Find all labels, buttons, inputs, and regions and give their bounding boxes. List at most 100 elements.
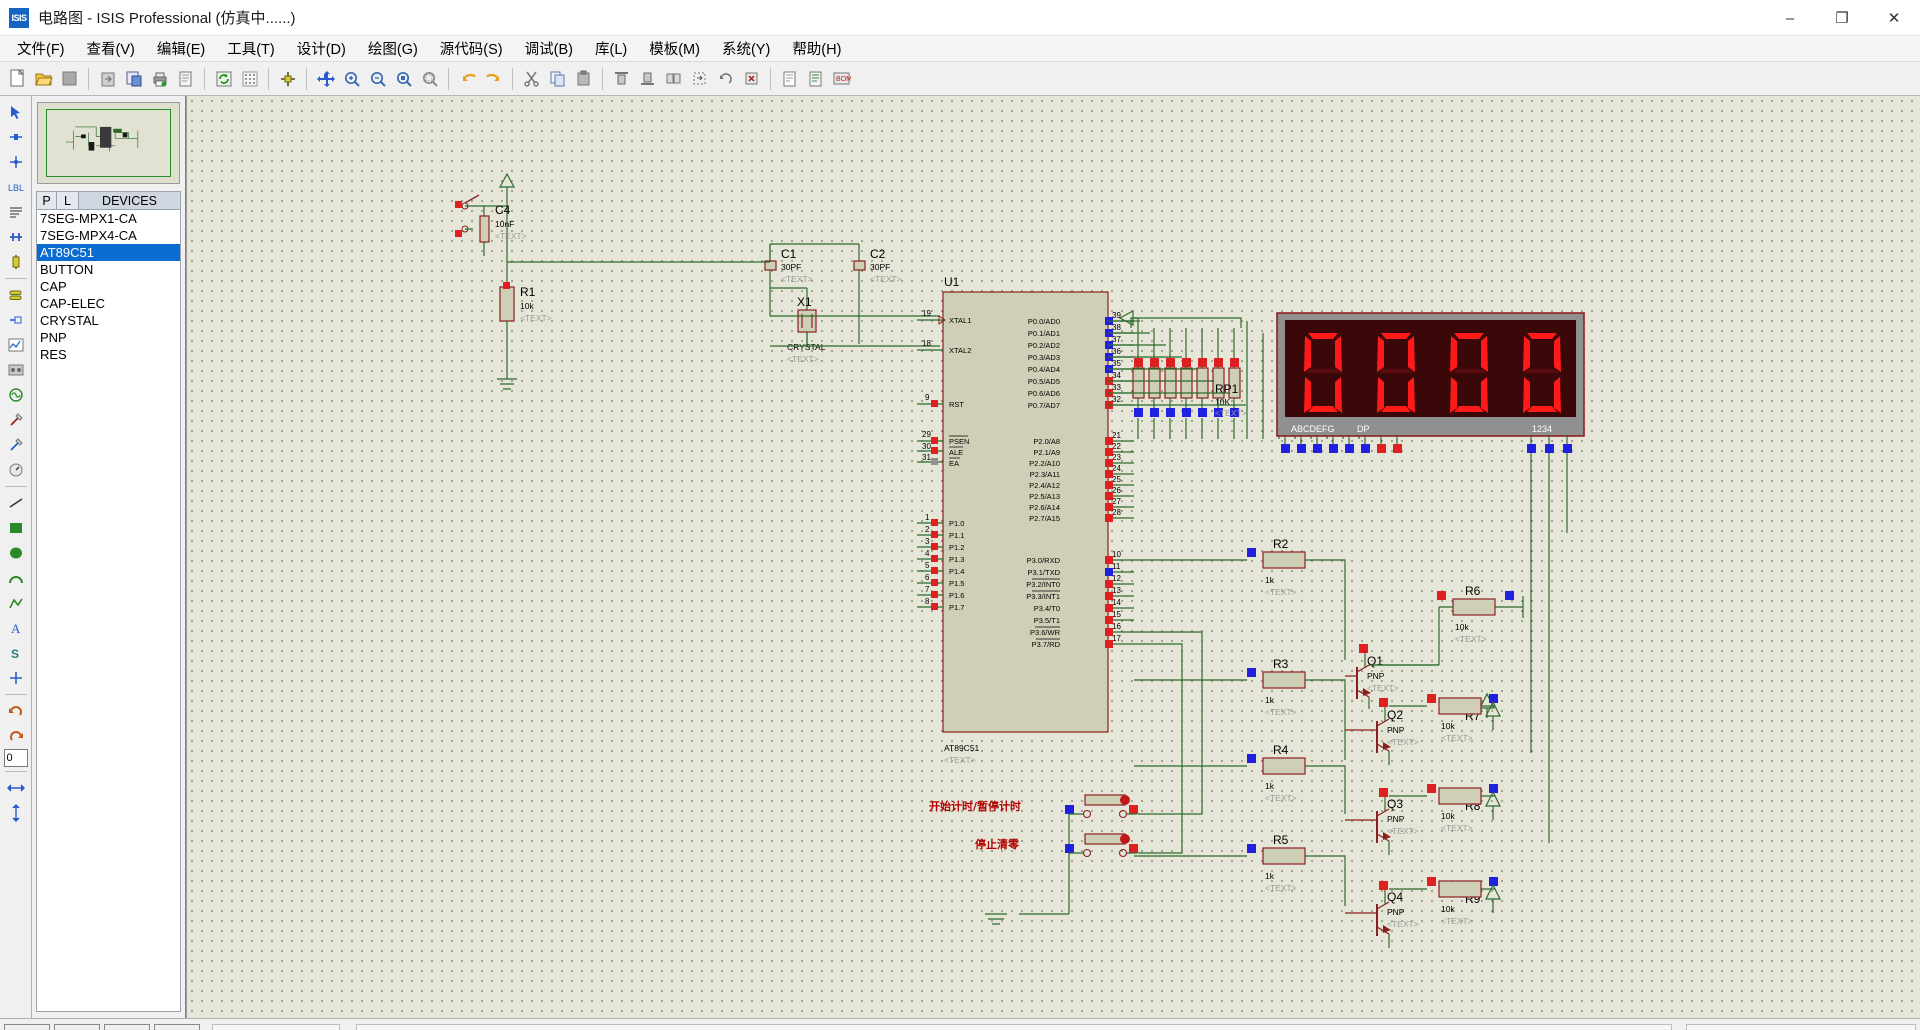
block-move-icon[interactable] <box>687 66 712 92</box>
undo-icon[interactable] <box>455 66 480 92</box>
list-item[interactable]: RES <box>37 346 180 363</box>
list-item[interactable]: 7SEG-MPX4-CA <box>37 227 180 244</box>
sim-step-button[interactable] <box>54 1023 100 1030</box>
stop-reset-button-group[interactable]: 停止清零 <box>975 833 1138 858</box>
junction-mode-icon[interactable] <box>3 150 29 174</box>
subcircuit-mode-icon[interactable] <box>3 250 29 274</box>
component-u1[interactable]: U1 AT89C51 <TEXT> 19 XTAL1 18 XTAL2 9 RS… <box>917 275 1134 765</box>
maximize-button[interactable]: ❐ <box>1816 0 1868 36</box>
open-file-icon[interactable] <box>31 66 56 92</box>
list-item[interactable]: CAP <box>37 278 180 295</box>
rotation-input[interactable]: 0 <box>3 749 28 767</box>
minimize-button[interactable]: – <box>1764 0 1816 36</box>
save-file-icon[interactable] <box>57 66 82 92</box>
toggle-grid-icon[interactable] <box>237 66 262 92</box>
menu-view[interactable]: 查看(V) <box>76 35 146 62</box>
import-icon[interactable] <box>95 66 120 92</box>
print-area-icon[interactable] <box>173 66 198 92</box>
zoom-in-icon[interactable] <box>339 66 364 92</box>
menu-debug[interactable]: 调试(B) <box>514 35 584 62</box>
copy-icon[interactable] <box>545 66 570 92</box>
new-file-icon[interactable] <box>5 66 30 92</box>
zoom-area-icon[interactable] <box>417 66 442 92</box>
list-item[interactable]: PNP <box>37 329 180 346</box>
schematic-canvas[interactable]: C4 10nF <TEXT> R1 10k <TEXT> C1 30PF <TE… <box>186 96 1920 1018</box>
sim-play-button[interactable] <box>4 1023 50 1030</box>
component-r1[interactable]: R1 10k <TEXT> <box>499 247 552 379</box>
align-bottom-icon[interactable] <box>635 66 660 92</box>
text-script-mode-icon[interactable] <box>3 200 29 224</box>
list-item[interactable]: CAP-ELEC <box>37 295 180 312</box>
driver-stage-3[interactable]: R4 1k <TEXT> Q3 PNP <TEXT> R8 10k <TEXT> <box>1134 743 1501 855</box>
menu-graph[interactable]: 绘图(G) <box>357 35 429 62</box>
sim-stop-button[interactable] <box>154 1023 200 1030</box>
symbol-tool-icon[interactable]: S <box>3 641 29 665</box>
menu-library[interactable]: 库(L) <box>584 35 638 62</box>
menu-tools[interactable]: 工具(T) <box>216 35 286 62</box>
generator-mode-icon[interactable] <box>3 383 29 407</box>
menu-design[interactable]: 设计(D) <box>286 35 357 62</box>
print-icon[interactable] <box>147 66 172 92</box>
text-tool-icon[interactable]: A <box>3 616 29 640</box>
devices-list[interactable]: 7SEG-MPX1-CA 7SEG-MPX4-CA AT89C51 BUTTON… <box>36 210 181 1012</box>
path-tool-icon[interactable] <box>3 591 29 615</box>
list-item[interactable]: 7SEG-MPX1-CA <box>37 210 180 227</box>
origin-icon[interactable] <box>275 66 300 92</box>
block-copy-icon[interactable] <box>661 66 686 92</box>
menu-file[interactable]: 文件(F) <box>6 35 76 62</box>
component-x1[interactable]: X1 CRYSTAL <TEXT> <box>787 288 826 364</box>
sim-pause-button[interactable] <box>104 1023 150 1030</box>
driver-stage-4[interactable]: R5 1k <TEXT> Q4 PNP <TEXT> R9 10k <TEXT> <box>1134 833 1501 948</box>
rotate-ccw-icon[interactable] <box>3 724 29 748</box>
export-icon[interactable] <box>121 66 146 92</box>
menu-edit[interactable]: 编辑(E) <box>146 35 216 62</box>
mirror-horizontal-icon[interactable] <box>3 776 29 800</box>
menu-template[interactable]: 模板(M) <box>638 35 711 62</box>
list-item[interactable]: BUTTON <box>37 261 180 278</box>
component-c2[interactable]: C2 30PF <TEXT> <box>853 244 902 288</box>
zoom-fit-icon[interactable] <box>391 66 416 92</box>
terminals-mode-icon[interactable] <box>3 283 29 307</box>
virtual-instrument-mode-icon[interactable] <box>3 458 29 482</box>
component-c1[interactable]: C1 30PF <TEXT> <box>764 244 813 288</box>
redo-icon[interactable] <box>481 66 506 92</box>
current-probe-mode-icon[interactable] <box>3 433 29 457</box>
menu-source[interactable]: 源代码(S) <box>429 35 514 62</box>
marker-tool-icon[interactable] <box>3 666 29 690</box>
bom-icon[interactable]: BOM <box>829 66 854 92</box>
menu-help[interactable]: 帮助(H) <box>781 35 852 62</box>
block-delete-icon[interactable] <box>739 66 764 92</box>
tape-recorder-mode-icon[interactable] <box>3 358 29 382</box>
devices-col-l[interactable]: L <box>57 192 79 209</box>
start-timer-button-group[interactable]: 开始计时/暂停计时 <box>929 794 1138 915</box>
circle-tool-icon[interactable] <box>3 541 29 565</box>
menu-system[interactable]: 系统(Y) <box>711 35 781 62</box>
component-c4[interactable]: C4 10nF <TEXT> <box>473 203 527 256</box>
mirror-vertical-icon[interactable] <box>3 801 29 825</box>
block-rotate-icon[interactable] <box>713 66 738 92</box>
netlist-icon[interactable] <box>803 66 828 92</box>
driver-stage-1[interactable]: R2 1k <TEXT> Q1 PNP <TEXT> R6 10k <TEXT> <box>1134 537 1524 718</box>
refresh-icon[interactable] <box>211 66 236 92</box>
device-pin-mode-icon[interactable] <box>3 308 29 332</box>
arc-tool-icon[interactable] <box>3 566 29 590</box>
close-button[interactable]: ✕ <box>1868 0 1920 36</box>
voltage-probe-mode-icon[interactable] <box>3 408 29 432</box>
list-item-selected[interactable]: AT89C51 <box>37 244 180 261</box>
message-status[interactable]: 5 Message(s) <box>212 1023 340 1030</box>
component-mode-icon[interactable] <box>3 125 29 149</box>
zoom-out-icon[interactable] <box>365 66 390 92</box>
overview-preview[interactable] <box>37 102 180 184</box>
list-item[interactable]: CRYSTAL <box>37 312 180 329</box>
box-tool-icon[interactable] <box>3 516 29 540</box>
wire-label-mode-icon[interactable]: LBL <box>3 175 29 199</box>
align-top-icon[interactable] <box>609 66 634 92</box>
cut-icon[interactable] <box>519 66 544 92</box>
pan-icon[interactable] <box>313 66 338 92</box>
paste-icon[interactable] <box>571 66 596 92</box>
rotate-cw-icon[interactable] <box>3 699 29 723</box>
graph-mode-icon[interactable] <box>3 333 29 357</box>
component-seven-segment-display[interactable]: ABCDEFG DP 1234 <box>1276 312 1585 453</box>
driver-stage-2[interactable]: R3 1k <TEXT> Q2 PNP <TEXT> R7 10k <TEXT> <box>1134 657 1501 765</box>
bus-mode-icon[interactable] <box>3 225 29 249</box>
